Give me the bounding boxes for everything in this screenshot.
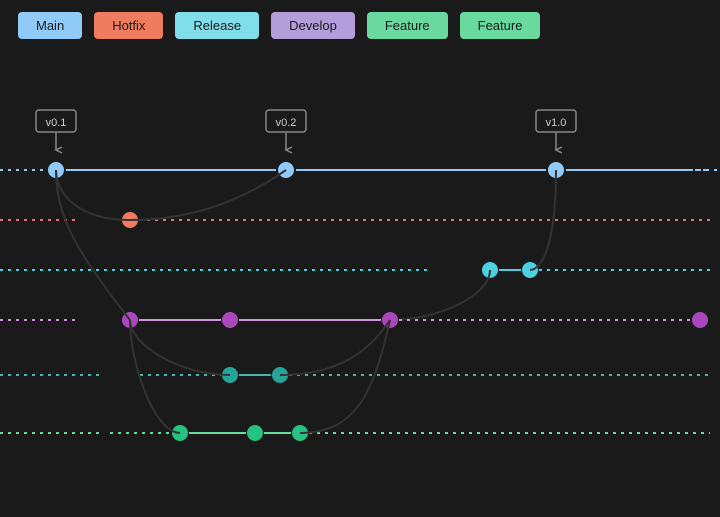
commit-feature2-2 xyxy=(246,424,264,442)
branch-label-main: Main xyxy=(18,12,82,39)
branch-labels-row: Main Hotfix Release Develop Feature Feat… xyxy=(0,0,720,51)
branch-label-release: Release xyxy=(175,12,259,39)
tag-v10-label: v1.0 xyxy=(546,117,567,129)
tag-v01-label: v0.1 xyxy=(46,117,67,129)
branch-label-feature1: Feature xyxy=(367,12,448,39)
tag-v02-label: v0.2 xyxy=(276,117,297,129)
branch-label-hotfix: Hotfix xyxy=(94,12,163,39)
git-flow-diagram: Main Hotfix Release Develop Feature Feat… xyxy=(0,0,720,517)
branch-develop-to-feature1 xyxy=(130,320,230,375)
commit-develop-2 xyxy=(221,311,239,329)
branch-main-to-develop xyxy=(56,170,130,320)
branch-label-develop: Develop xyxy=(271,12,355,39)
branch-label-feature2: Feature xyxy=(460,12,541,39)
merge-feature1-to-develop xyxy=(280,320,390,375)
merge-hotfix-to-main xyxy=(130,170,286,220)
commit-develop-4 xyxy=(691,311,709,329)
branch-develop-to-release xyxy=(390,270,490,320)
git-graph-svg: .dashed { stroke-dasharray: 4,5; } .node… xyxy=(0,55,720,517)
branch-main-to-hotfix xyxy=(56,170,130,220)
